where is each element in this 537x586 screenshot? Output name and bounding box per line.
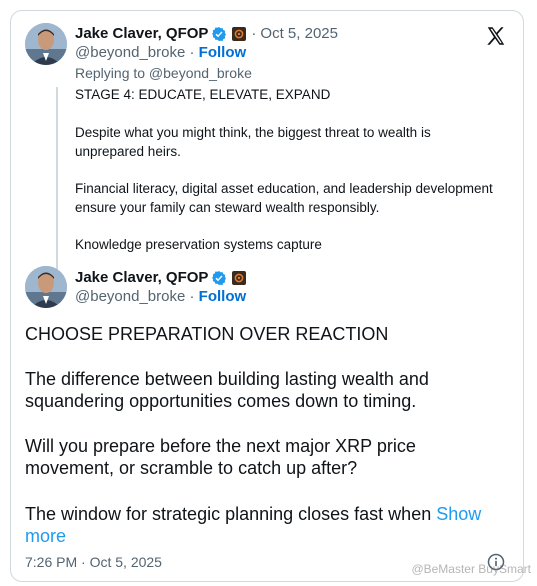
handle-row: @beyond_broke · Follow [75, 288, 246, 305]
tweet2-line-6-text: The window for strategic planning closes… [25, 504, 432, 524]
handle-row: @beyond_broke · Follow [75, 44, 246, 61]
tweet2-line-4: Will you prepare before the next major X… [25, 436, 416, 456]
tweet2-line-3: squandering opportunities comes down to … [25, 391, 417, 411]
tweet2-line-6: The window for strategic planning closes… [25, 503, 515, 525]
watermark: @BeMaster BuySmart [411, 562, 531, 576]
tweet1-line-3: unprepared heirs. [75, 144, 181, 159]
author-row: Jake Claver, QFOP [75, 269, 247, 286]
verified-badge-icon [212, 270, 227, 285]
follow-button[interactable]: Follow [199, 44, 247, 61]
tweet1-line-4: Financial literacy, digital asset educat… [75, 181, 493, 196]
affiliate-badge-icon [232, 270, 247, 285]
affiliate-badge-icon [232, 26, 247, 41]
tweet2-line-5: movement, or scramble to catch up after? [25, 458, 358, 478]
x-logo-icon[interactable] [485, 25, 507, 47]
show-more-link-2: more [25, 525, 515, 547]
replying-to[interactable]: Replying to @beyond_broke [75, 65, 252, 81]
tweet1-line-1: STAGE 4: EDUCATE, ELEVATE, EXPAND [75, 87, 331, 102]
author-row: Jake Claver, QFOP · Oct 5, 2025 [75, 25, 338, 42]
avatar[interactable] [25, 23, 67, 65]
handle-separator: · [189, 288, 195, 305]
tweet1-line-5: ensure your family can steward wealth re… [75, 200, 380, 215]
post-timestamp[interactable]: 7:26 PM · Oct 5, 2025 [25, 554, 162, 570]
separator: · [251, 25, 257, 42]
avatar[interactable] [25, 266, 67, 308]
tweet1-line-2: Despite what you might think, the bigges… [75, 125, 431, 140]
show-more-link[interactable]: Show [436, 504, 481, 524]
show-more-link[interactable]: more [25, 526, 66, 546]
author-name[interactable]: Jake Claver, QFOP [75, 269, 208, 286]
author-handle[interactable]: @beyond_broke [75, 288, 185, 305]
handle-separator: · [189, 44, 195, 61]
tweet2-line-2: The difference between building lasting … [25, 369, 429, 389]
tweet1-line-6: Knowledge preservation systems capture [75, 237, 322, 252]
thread-line [56, 87, 58, 273]
verified-badge-icon [212, 26, 227, 41]
follow-button[interactable]: Follow [199, 288, 247, 305]
tweet2-line-1: CHOOSE PREPARATION OVER REACTION [25, 324, 389, 344]
embedded-tweet-card: Jake Claver, QFOP · Oct 5, 2025 @beyond_… [10, 10, 524, 582]
author-name[interactable]: Jake Claver, QFOP [75, 25, 208, 42]
post-date[interactable]: Oct 5, 2025 [260, 25, 338, 42]
author-handle[interactable]: @beyond_broke [75, 44, 185, 61]
